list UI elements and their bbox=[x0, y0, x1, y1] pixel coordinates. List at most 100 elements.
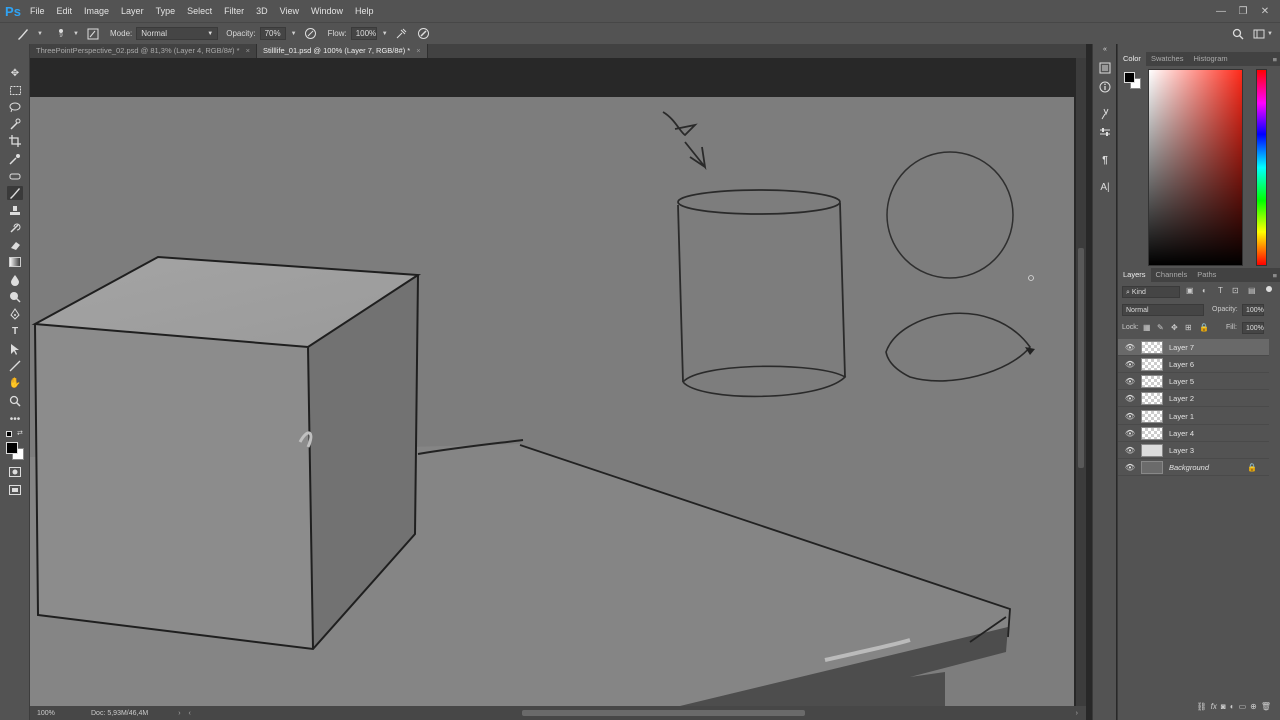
search-icon[interactable] bbox=[1229, 25, 1247, 43]
filter-type-icon[interactable]: T bbox=[1218, 286, 1223, 295]
path-selection-tool-icon[interactable] bbox=[7, 342, 23, 356]
collapse-icon[interactable]: « bbox=[1097, 44, 1113, 54]
clone-stamp-tool-icon[interactable] bbox=[7, 204, 23, 218]
zoom-level[interactable]: 100% bbox=[37, 710, 77, 717]
brush-panel-toggle-icon[interactable] bbox=[84, 25, 102, 43]
close-icon[interactable]: × bbox=[416, 46, 420, 55]
brush-size-preview[interactable]: 9 bbox=[54, 25, 68, 43]
lock-all-icon[interactable]: 🔒 bbox=[1199, 323, 1209, 332]
visibility-eye-icon[interactable]: 👁 bbox=[1123, 377, 1137, 386]
vertical-scrollbar[interactable] bbox=[1076, 58, 1086, 706]
menu-image[interactable]: Image bbox=[78, 0, 115, 22]
panel-menu-icon[interactable]: ≡ bbox=[1273, 55, 1277, 64]
layer-row-layer-1[interactable]: 👁 Layer 1 bbox=[1118, 408, 1269, 425]
lock-artboard-icon[interactable]: ⊞ bbox=[1185, 323, 1192, 332]
visibility-eye-icon[interactable]: 👁 bbox=[1123, 343, 1137, 352]
kind-filter-select[interactable]: ⌕ Kind bbox=[1122, 286, 1180, 298]
eraser-tool-icon[interactable] bbox=[7, 238, 23, 252]
quick-selection-tool-icon[interactable] bbox=[7, 117, 23, 131]
layer-opacity-field[interactable]: 100% bbox=[1242, 304, 1264, 316]
crop-tool-icon[interactable] bbox=[7, 134, 23, 148]
pressure-size-icon[interactable] bbox=[415, 25, 433, 43]
layer-row-layer-5[interactable]: 👁 Layer 5 bbox=[1118, 373, 1269, 390]
airbrush-icon[interactable] bbox=[393, 25, 411, 43]
visibility-eye-icon[interactable]: 👁 bbox=[1123, 360, 1137, 369]
info-panel-icon[interactable] bbox=[1097, 79, 1113, 95]
tab-three-point-perspective[interactable]: ThreePointPerspective_02.psd @ 81,3% (La… bbox=[30, 44, 257, 58]
chevron-down-icon[interactable]: ▼ bbox=[72, 25, 80, 43]
menu-3d[interactable]: 3D bbox=[250, 0, 274, 22]
visibility-eye-icon[interactable]: 👁 bbox=[1123, 446, 1137, 455]
horizontal-scroll-thumb[interactable] bbox=[522, 710, 805, 716]
chevron-down-icon[interactable]: ▼ bbox=[1266, 25, 1274, 43]
tab-color[interactable]: Color bbox=[1118, 52, 1146, 66]
tab-swatches[interactable]: Swatches bbox=[1146, 52, 1189, 66]
visibility-eye-icon[interactable]: 👁 bbox=[1123, 429, 1137, 438]
scroll-left-icon[interactable]: ‹ bbox=[189, 710, 191, 717]
screen-mode-icon[interactable] bbox=[7, 483, 23, 497]
quick-mask-icon[interactable] bbox=[7, 465, 23, 479]
scroll-right-icon[interactable]: › bbox=[1076, 710, 1078, 717]
menu-select[interactable]: Select bbox=[181, 0, 218, 22]
layer-row-layer-4[interactable]: 👁 Layer 4 bbox=[1118, 425, 1269, 442]
link-layers-icon[interactable]: ⛓ bbox=[1197, 702, 1207, 711]
filter-shape-icon[interactable]: ⊡ bbox=[1232, 286, 1239, 295]
paragraph-panel-icon[interactable]: ¶ bbox=[1097, 152, 1113, 168]
tab-histogram[interactable]: Histogram bbox=[1188, 52, 1232, 66]
chevron-down-icon[interactable]: ▼ bbox=[290, 25, 298, 43]
menu-layer[interactable]: Layer bbox=[115, 0, 150, 22]
opacity-field[interactable]: 70% bbox=[259, 27, 286, 40]
marquee-tool-icon[interactable] bbox=[7, 83, 23, 97]
menu-help[interactable]: Help bbox=[349, 0, 380, 22]
filter-toggle-icon[interactable] bbox=[1266, 286, 1272, 292]
chevron-down-icon[interactable]: ▼ bbox=[36, 25, 44, 43]
layer-row-background[interactable]: 👁 Background 🔒 bbox=[1118, 459, 1269, 476]
swap-colors-icon[interactable]: ⇄ bbox=[17, 429, 23, 437]
new-layer-icon[interactable]: ⊕ bbox=[1250, 702, 1257, 711]
blend-mode-select[interactable]: Normal bbox=[1122, 304, 1204, 316]
hue-slider[interactable] bbox=[1256, 69, 1267, 266]
menu-filter[interactable]: Filter bbox=[218, 0, 250, 22]
lasso-tool-icon[interactable] bbox=[7, 100, 23, 114]
move-tool-icon[interactable]: ✥ bbox=[7, 66, 23, 80]
filter-pixel-icon[interactable]: ▣ bbox=[1186, 286, 1194, 295]
color-picker-field[interactable] bbox=[1148, 69, 1243, 266]
brush-tool-preset-icon[interactable] bbox=[14, 25, 32, 43]
menu-file[interactable]: File bbox=[24, 0, 51, 22]
adjustment-layer-icon[interactable]: ◐ bbox=[1230, 702, 1235, 711]
filter-adjustment-icon[interactable]: ◐ bbox=[1202, 286, 1207, 295]
foreground-color-swatch[interactable] bbox=[6, 442, 18, 454]
dodge-tool-icon[interactable] bbox=[7, 290, 23, 304]
menu-edit[interactable]: Edit bbox=[51, 0, 79, 22]
status-menu-arrow-icon[interactable]: › bbox=[178, 710, 180, 717]
restore-button[interactable]: ❐ bbox=[1232, 0, 1254, 22]
filter-smart-object-icon[interactable]: ▤ bbox=[1248, 286, 1256, 295]
tab-stilllife[interactable]: Stilllife_01.psd @ 100% (Layer 7, RGB/8#… bbox=[256, 44, 428, 58]
close-icon[interactable]: × bbox=[246, 46, 250, 55]
history-brush-tool-icon[interactable] bbox=[7, 221, 23, 235]
line-tool-icon[interactable] bbox=[7, 359, 23, 373]
brush-tool-icon[interactable] bbox=[7, 186, 23, 200]
close-button[interactable]: ✕ bbox=[1254, 0, 1276, 22]
lock-position-icon[interactable]: ✥ bbox=[1171, 323, 1178, 332]
menu-view[interactable]: View bbox=[274, 0, 305, 22]
default-colors-icon[interactable] bbox=[6, 431, 12, 437]
type-tool-icon[interactable]: T bbox=[7, 324, 23, 338]
healing-brush-tool-icon[interactable] bbox=[7, 169, 23, 183]
visibility-eye-icon[interactable]: 👁 bbox=[1123, 412, 1137, 421]
visibility-eye-icon[interactable]: 👁 bbox=[1123, 394, 1137, 403]
fill-field[interactable]: 100% bbox=[1242, 322, 1264, 334]
layer-style-icon[interactable]: fx bbox=[1211, 702, 1217, 711]
layer-row-layer-3[interactable]: 👁 Layer 3 bbox=[1118, 442, 1269, 459]
tab-paths[interactable]: Paths bbox=[1192, 268, 1221, 282]
add-mask-icon[interactable]: ◙ bbox=[1221, 702, 1226, 711]
foreground-color-swatch[interactable] bbox=[1124, 72, 1135, 83]
menu-type[interactable]: Type bbox=[150, 0, 182, 22]
pen-tool-icon[interactable] bbox=[7, 307, 23, 321]
new-group-icon[interactable]: ▭ bbox=[1239, 702, 1247, 711]
menu-window[interactable]: Window bbox=[305, 0, 349, 22]
scroll-thumb[interactable] bbox=[1078, 248, 1084, 468]
adjustments-panel-icon[interactable] bbox=[1097, 124, 1113, 140]
layer-row-layer-7[interactable]: 👁 Layer 7 bbox=[1118, 339, 1269, 356]
lock-transparent-icon[interactable]: ▦ bbox=[1143, 323, 1151, 332]
